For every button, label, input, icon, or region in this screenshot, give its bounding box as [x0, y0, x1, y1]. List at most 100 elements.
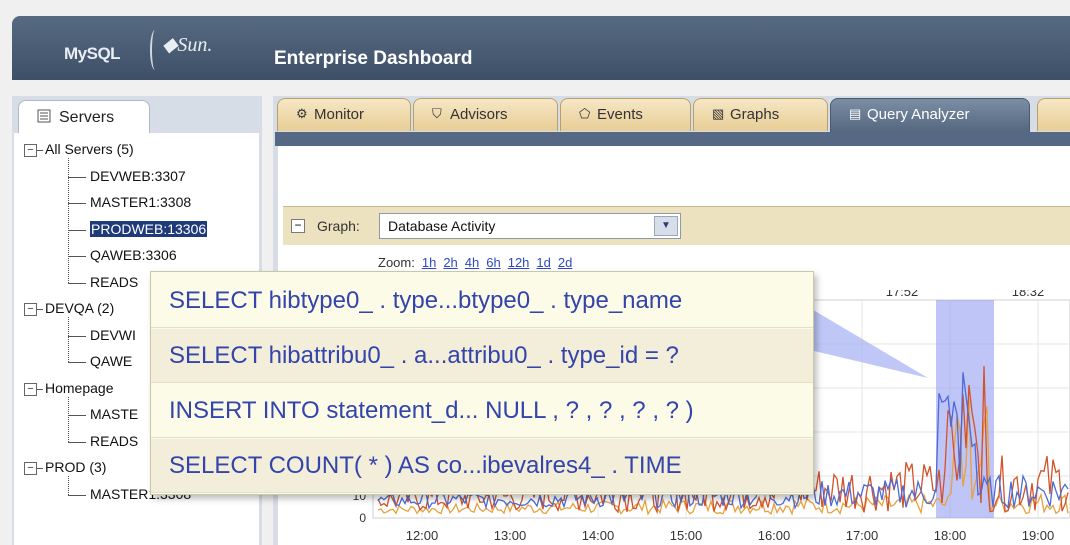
tree-connector — [68, 282, 86, 284]
tree-server-label: DEVWEB:3307 — [90, 167, 186, 184]
tree-connector — [68, 158, 69, 283]
tree-server-label: QAWE — [90, 353, 133, 369]
tab-events[interactable]: ⬠ Events — [560, 98, 691, 131]
zoom-bar: Zoom: 1h 2h 4h 6h 12h 1d 2d — [378, 255, 572, 270]
query-text: SELECT hibtype0_ . type...btype0_ . type… — [169, 287, 683, 314]
tree-server-label: QAWEB:3306 — [90, 247, 177, 263]
app-header: MySQL ◆Sun. Enterprise Dashboard — [12, 16, 1070, 80]
tab-label: Query Analyzer — [867, 106, 970, 123]
graph-select-value: Database Activity — [388, 218, 496, 234]
tree-group-label[interactable]: Homepage — [45, 380, 114, 396]
tab-strip — [275, 132, 1070, 146]
tree-connector — [68, 335, 86, 337]
tree-expander-icon[interactable]: − — [24, 144, 37, 157]
time-marker-label: 18:32 — [1012, 290, 1045, 299]
tree-connector — [68, 203, 86, 204]
query-text: SELECT hibattribu0_ . a...attribu0_ . ty… — [169, 342, 679, 369]
tree-connector — [37, 309, 43, 310]
tree-expander-icon[interactable]: − — [24, 462, 37, 475]
tree-server-label: READS — [90, 432, 139, 449]
tab-graphs[interactable]: ▧ Graphs — [693, 98, 828, 131]
tab-label: Monitor — [314, 106, 365, 123]
tree-connector — [68, 256, 86, 257]
x-tick-label: 16:00 — [758, 528, 791, 543]
x-tick-label: 14:00 — [582, 528, 615, 543]
tree-connector — [37, 468, 43, 469]
monitor-icon: ⚙ — [296, 106, 308, 121]
chevron-down-icon[interactable]: ▼ — [654, 216, 678, 236]
query-icon: ▤ — [849, 106, 862, 121]
query-row[interactable]: INSERT INTO statement_d... NULL , ? , ? … — [151, 384, 813, 438]
tree-server-label: READS — [90, 273, 139, 290]
tab-label: Advisors — [450, 106, 508, 123]
query-text: SELECT COUNT( * ) AS co...ibevalres4_ . … — [169, 452, 682, 479]
tab-overflow[interactable] — [1037, 98, 1070, 131]
tab-label: Events — [597, 106, 643, 123]
tree-connector — [68, 441, 86, 443]
y-tick-label: 0 — [359, 511, 366, 525]
tree-group-label[interactable]: DEVQA (2) — [45, 300, 114, 316]
tab-query-analyzer[interactable]: ▤ Query Analyzer — [830, 98, 1030, 133]
graph-toolbar: − Graph: Database Activity ▼ — [283, 206, 1070, 245]
tree-server-item[interactable]: DEVWEB:3307 — [90, 168, 186, 184]
tree-server-label: DEVWI — [90, 326, 136, 343]
x-tick-label: 12:00 — [406, 528, 439, 543]
tree-expander-icon[interactable]: − — [24, 382, 37, 396]
tree-server-item[interactable]: READS — [90, 274, 138, 290]
zoom-option-12h[interactable]: 12h — [508, 255, 530, 270]
time-marker-label: 17:52 — [886, 290, 919, 299]
zoom-label: Zoom: — [378, 255, 415, 270]
tree-server-item[interactable]: QAWEB:3306 — [90, 247, 177, 263]
tab-monitor[interactable]: ⚙ Monitor — [277, 98, 411, 131]
query-row[interactable]: SELECT hibtype0_ . type...btype0_ . type… — [151, 274, 813, 328]
tree-server-label: MASTE — [90, 406, 139, 422]
zoom-option-2h[interactable]: 2h — [443, 255, 457, 270]
graph-select[interactable]: Database Activity ▼ — [379, 213, 681, 239]
tree-server-item[interactable]: PRODWEB:13306 — [90, 220, 208, 237]
x-tick-label: 19:00 — [1022, 528, 1055, 543]
logo-separator — [150, 30, 160, 70]
tree-server-item[interactable]: READS — [90, 433, 138, 449]
tab-advisors[interactable]: ⛉ Advisors — [413, 98, 558, 131]
tree-connector — [68, 229, 86, 231]
mysql-sun-logo: MySQL ◆Sun. — [64, 30, 254, 70]
zoom-option-6h[interactable]: 6h — [486, 255, 500, 270]
zoom-option-1h[interactable]: 1h — [422, 255, 436, 270]
query-text: INSERT INTO statement_d... NULL , ? , ? … — [169, 397, 694, 424]
app-title: Enterprise Dashboard — [274, 48, 473, 69]
server-list-icon — [37, 109, 51, 123]
tree-connector — [68, 317, 69, 362]
query-row[interactable]: SELECT hibattribu0_ . a...attribu0_ . ty… — [151, 329, 813, 383]
x-tick-label: 15:00 — [670, 528, 703, 543]
tree-group-label[interactable]: PROD (3) — [45, 459, 106, 475]
bell-icon: ⬠ — [579, 106, 591, 121]
tree-server-item[interactable]: MASTE — [90, 406, 138, 422]
shield-icon: ⛉ — [432, 106, 442, 121]
tree-connector — [37, 150, 43, 151]
tab-label: Graphs — [730, 106, 780, 123]
graph-icon: ▧ — [712, 106, 725, 121]
query-popup: SELECT hibtype0_ . type...btype0_ . type… — [150, 271, 814, 495]
tree-server-item[interactable]: MASTER1:3308 — [90, 194, 191, 210]
tab-servers[interactable]: Servers — [18, 100, 150, 135]
collapse-graph-button[interactable]: − — [291, 219, 305, 233]
zoom-option-4h[interactable]: 4h — [465, 255, 479, 270]
zoom-option-2d[interactable]: 2d — [558, 255, 572, 270]
tab-servers-label: Servers — [59, 109, 115, 126]
tree-server-label: PRODWEB:13306 — [90, 220, 208, 237]
tree-server-label: MASTER1:3308 — [90, 194, 192, 210]
zoom-option-1d[interactable]: 1d — [536, 255, 550, 270]
tree-server-item[interactable]: DEVWI — [90, 327, 136, 343]
x-tick-label: 17:00 — [846, 528, 879, 543]
tree-connector — [68, 415, 86, 416]
tree-expander-icon[interactable]: − — [24, 303, 37, 316]
tree-connector — [68, 396, 69, 442]
logo-sun-text: ◆Sun. — [162, 34, 213, 56]
tree-connector — [68, 362, 86, 363]
tree-connector — [37, 388, 43, 390]
query-row[interactable]: SELECT COUNT( * ) AS co...ibevalres4_ . … — [151, 439, 813, 493]
tree-server-item[interactable]: QAWE — [90, 353, 132, 369]
graph-label: Graph: — [317, 218, 360, 234]
tree-connector — [68, 176, 86, 178]
tree-group-label[interactable]: All Servers (5) — [45, 141, 134, 157]
